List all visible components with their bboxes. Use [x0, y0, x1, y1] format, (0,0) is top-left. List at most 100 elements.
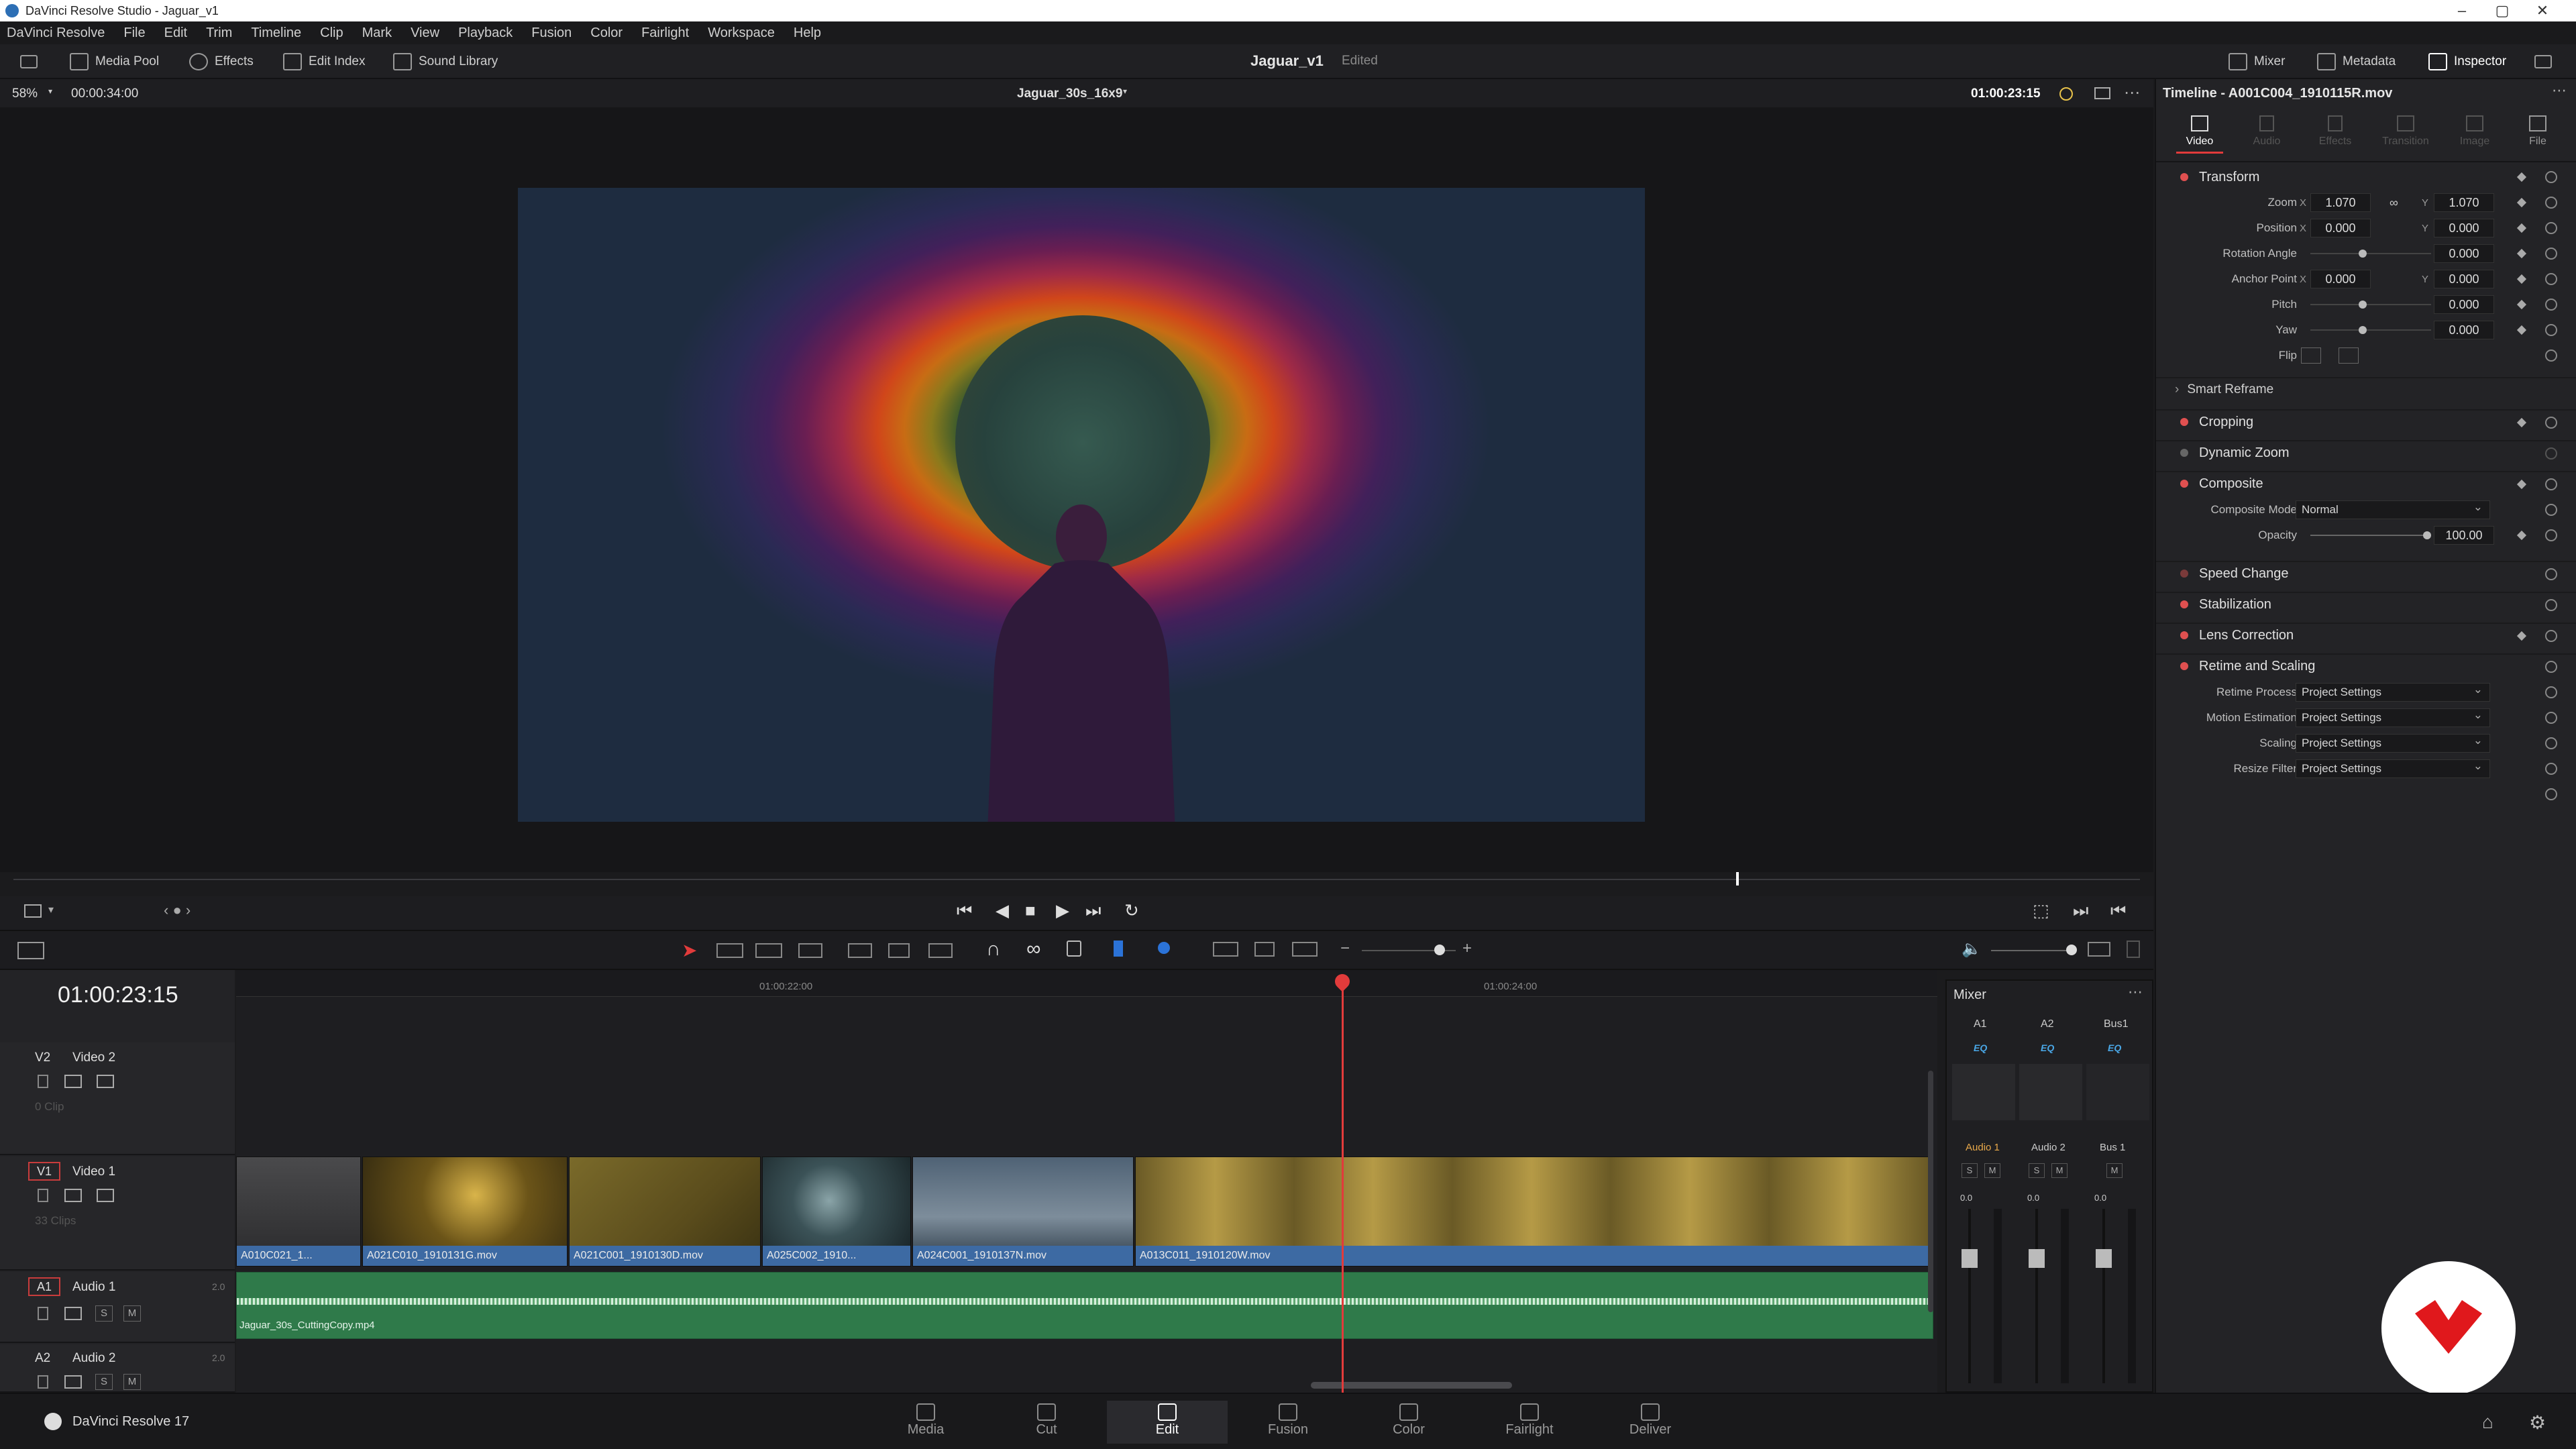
position-y-input[interactable]: 0.000: [2434, 219, 2494, 237]
reset-icon[interactable]: [2545, 788, 2557, 800]
close-icon[interactable]: ✕: [2522, 0, 2563, 21]
fader-handle[interactable]: [2096, 1249, 2112, 1268]
scrub-track[interactable]: [13, 879, 2140, 880]
zoom-dropdown[interactable]: 58%: [12, 87, 38, 101]
track-name[interactable]: Video 2: [72, 1051, 115, 1065]
menu-help[interactable]: Help: [794, 25, 821, 41]
keyframe-icon[interactable]: [2516, 197, 2527, 208]
enable-toggle-icon[interactable]: [2180, 570, 2188, 578]
page-deliver[interactable]: Deliver: [1590, 1401, 1711, 1444]
pitch-slider[interactable]: [2310, 304, 2431, 305]
track-id[interactable]: A1: [28, 1277, 60, 1296]
page-fusion[interactable]: Fusion: [1228, 1401, 1348, 1444]
menu-fusion[interactable]: Fusion: [531, 25, 572, 41]
keyframe-icon[interactable]: [2516, 248, 2527, 259]
layout-icon[interactable]: [2094, 87, 2110, 99]
timeline-ruler[interactable]: 01:00:22:00 01:00:24:00: [236, 970, 1937, 997]
auto-select-icon[interactable]: [64, 1307, 82, 1320]
reset-icon[interactable]: [2545, 273, 2557, 285]
solo-button[interactable]: S: [95, 1305, 113, 1322]
reset-icon[interactable]: [2545, 630, 2557, 642]
volume-slider-handle[interactable]: [2066, 945, 2077, 955]
slider-handle[interactable]: [2423, 531, 2431, 539]
reset-icon[interactable]: [2545, 661, 2557, 673]
menu-playback[interactable]: Playback: [458, 25, 513, 41]
snapping-icon[interactable]: ∩: [986, 938, 1001, 961]
tab-audio[interactable]: Audio: [2243, 115, 2290, 148]
clip-view-icon[interactable]: [24, 904, 42, 918]
keyframe-icon[interactable]: [2516, 172, 2527, 182]
keyframe-icon[interactable]: [2516, 274, 2527, 284]
timeline-vertical-scrollbar[interactable]: [1928, 1071, 1933, 1312]
solo-button[interactable]: S: [2029, 1163, 2045, 1178]
link-icon[interactable]: ∞: [1026, 938, 1040, 961]
timeline-view-options-icon[interactable]: [17, 942, 44, 959]
enable-toggle-icon[interactable]: [2180, 418, 2188, 426]
overwrite-clip-icon[interactable]: [888, 943, 910, 958]
menu-view[interactable]: View: [411, 25, 439, 41]
keyframe-icon[interactable]: [2516, 223, 2527, 233]
yaw-input[interactable]: 0.000: [2434, 321, 2494, 339]
tab-transition[interactable]: Transition: [2372, 115, 2439, 148]
anchor-y-input[interactable]: 0.000: [2434, 270, 2494, 288]
media-pool-button[interactable]: Media Pool: [70, 51, 159, 72]
mute-button[interactable]: M: [2051, 1163, 2068, 1178]
page-color[interactable]: Color: [1348, 1401, 1469, 1444]
mute-speaker-icon[interactable]: 🔈: [1962, 939, 1982, 959]
tab-video[interactable]: Video: [2176, 115, 2223, 154]
fader-track[interactable]: [1968, 1209, 1971, 1383]
reset-icon[interactable]: [2545, 248, 2557, 260]
more-options-icon[interactable]: ⋯: [2124, 83, 2140, 103]
cropping-section-header[interactable]: Cropping: [2156, 409, 2576, 433]
more-options-icon[interactable]: ⋯: [2552, 82, 2567, 99]
slider-handle[interactable]: [2359, 301, 2367, 309]
play-button[interactable]: ▶: [1056, 900, 1069, 921]
zoom-slider-handle[interactable]: [1434, 945, 1445, 955]
timeline-area[interactable]: 01:00:22:00 01:00:24:00 A010C021_1... A0…: [236, 970, 1937, 1393]
resize-filter-select[interactable]: Project Settings: [2296, 757, 2490, 778]
track-header-v2[interactable]: V2 Video 2 0 Clip: [0, 1042, 235, 1155]
fader-handle[interactable]: [1962, 1249, 1978, 1268]
menu-timeline[interactable]: Timeline: [251, 25, 301, 41]
track-enable-icon[interactable]: [97, 1075, 114, 1088]
rotation-input[interactable]: 0.000: [2434, 244, 2494, 263]
reset-icon[interactable]: [2545, 712, 2557, 724]
go-to-end-button[interactable]: ⏭: [1085, 900, 1101, 922]
reset-icon[interactable]: [2545, 599, 2557, 611]
meter-icon[interactable]: [2127, 941, 2140, 958]
stabilization-section-header[interactable]: Stabilization: [2156, 592, 2576, 616]
effects-button[interactable]: Effects: [189, 51, 254, 72]
selection-tool-icon[interactable]: ➤: [682, 939, 697, 961]
viewer-scrub-bar[interactable]: [0, 872, 2153, 896]
track-name[interactable]: Audio 1: [72, 1280, 115, 1295]
page-fairlight[interactable]: Fairlight: [1469, 1401, 1590, 1444]
zoom-custom-icon[interactable]: [1292, 942, 1318, 957]
flip-horizontal-icon[interactable]: [2301, 347, 2321, 364]
reset-icon[interactable]: [2545, 686, 2557, 698]
tab-effects[interactable]: Effects: [2312, 115, 2359, 148]
stop-button[interactable]: ■: [1025, 900, 1036, 921]
lock-icon[interactable]: [38, 1375, 48, 1389]
edit-index-button[interactable]: Edit Index: [283, 51, 366, 72]
lock-icon[interactable]: [38, 1307, 48, 1320]
mute-button[interactable]: M: [2106, 1163, 2123, 1178]
video-1-track[interactable]: A010C021_1... A021C010_1910131G.mov A021…: [236, 1157, 1933, 1268]
menu-color[interactable]: Color: [590, 25, 623, 41]
reset-icon[interactable]: [2545, 324, 2557, 336]
zoom-y-input[interactable]: 1.070: [2434, 193, 2494, 212]
reset-icon[interactable]: [2545, 222, 2557, 234]
scrub-playhead[interactable]: [1736, 872, 1739, 885]
timeline-horizontal-scrollbar[interactable]: [1311, 1382, 1512, 1389]
eq-button[interactable]: EQ: [2108, 1042, 2121, 1053]
enable-toggle-icon[interactable]: [2180, 173, 2188, 181]
composite-section-header[interactable]: Composite: [2156, 471, 2576, 495]
fullscreen-button[interactable]: [2534, 51, 2552, 72]
menu-clip[interactable]: Clip: [320, 25, 343, 41]
next-edit-icon[interactable]: ⏭: [2073, 900, 2088, 922]
zoom-x-input[interactable]: 1.070: [2310, 193, 2371, 212]
tab-file[interactable]: File: [2514, 115, 2561, 148]
trim-tool-icon[interactable]: [716, 943, 743, 958]
reset-icon[interactable]: [2545, 529, 2557, 541]
yaw-slider[interactable]: [2310, 329, 2431, 331]
chevron-down-icon[interactable]: ▾: [1123, 87, 1127, 96]
